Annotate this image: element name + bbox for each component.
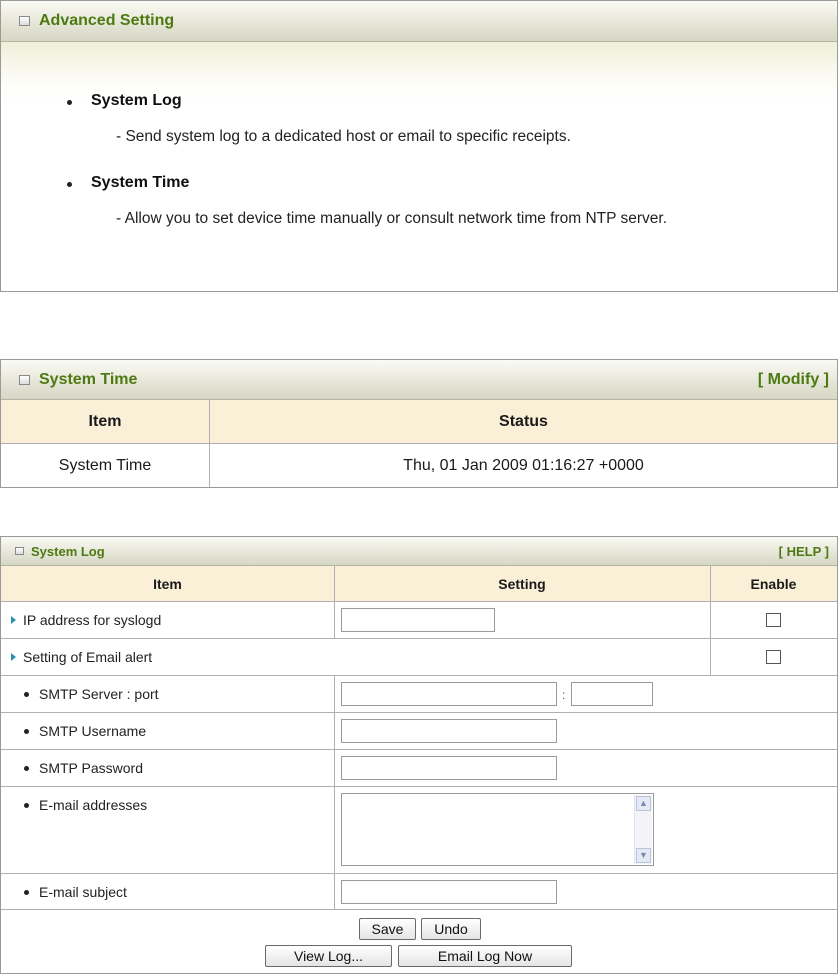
status-column-header: Status bbox=[210, 400, 837, 444]
system-log-description: - Send system log to a dedicated host or… bbox=[116, 128, 571, 145]
email-addresses-label: E-mail addresses bbox=[39, 797, 148, 813]
system-log-heading: System Log bbox=[91, 92, 182, 109]
system-time-item-cell: System Time bbox=[1, 444, 210, 487]
advanced-setting-body: System Log - Send system log to a dedica… bbox=[1, 42, 837, 291]
table-row: SMTP Server : port : bbox=[1, 676, 837, 713]
table-row: SMTP Password bbox=[1, 750, 837, 787]
setting-column-header: Setting bbox=[334, 566, 710, 601]
square-icon bbox=[19, 16, 30, 26]
ip-syslogd-enable-checkbox[interactable] bbox=[766, 613, 781, 627]
smtp-username-input[interactable] bbox=[341, 719, 557, 743]
square-icon bbox=[15, 547, 24, 555]
table-row: Setting of Email alert bbox=[1, 639, 837, 676]
system-time-header: System Time [ Modify ] bbox=[1, 360, 837, 400]
advanced-setting-panel: Advanced Setting System Log - Send syste… bbox=[0, 0, 838, 292]
item-column-header: Item bbox=[1, 566, 334, 601]
advanced-setting-header: Advanced Setting bbox=[1, 1, 837, 42]
textarea-scrollbar[interactable]: ▲ ▼ bbox=[634, 795, 652, 864]
arrow-right-icon bbox=[11, 616, 16, 624]
save-button[interactable]: Save bbox=[359, 918, 416, 940]
column-divider bbox=[334, 676, 335, 910]
bullet-icon bbox=[67, 100, 72, 105]
square-icon bbox=[19, 375, 30, 385]
scroll-up-icon[interactable]: ▲ bbox=[636, 796, 651, 811]
system-log-header: System Log [ HELP ] bbox=[1, 537, 837, 566]
bullet-icon bbox=[24, 766, 29, 771]
bullet-icon bbox=[24, 729, 29, 734]
undo-button[interactable]: Undo bbox=[421, 918, 481, 940]
system-time-description: - Allow you to set device time manually … bbox=[116, 210, 668, 227]
system-log-panel: System Log [ HELP ] Item Setting Enable … bbox=[0, 536, 838, 974]
system-time-panel: System Time [ Modify ] Item Status Syste… bbox=[0, 359, 838, 488]
view-log-button[interactable]: View Log... bbox=[265, 945, 392, 967]
column-divider bbox=[334, 566, 335, 639]
system-log-title: System Log bbox=[31, 544, 105, 559]
email-addresses-textarea[interactable]: ▲ ▼ bbox=[341, 793, 654, 866]
system-time-title: System Time bbox=[39, 371, 138, 388]
smtp-username-label: SMTP Username bbox=[39, 723, 147, 739]
bullet-icon bbox=[67, 182, 72, 187]
modify-link[interactable]: [ Modify ] bbox=[758, 371, 829, 389]
table-row: E-mail addresses ▲ ▼ bbox=[1, 787, 837, 874]
scroll-down-icon[interactable]: ▼ bbox=[636, 848, 651, 863]
port-separator: : bbox=[562, 688, 566, 702]
table-row: SMTP Username bbox=[1, 713, 837, 750]
column-divider bbox=[710, 566, 711, 676]
ip-syslogd-label: IP address for syslogd bbox=[23, 612, 162, 628]
bullet-icon bbox=[24, 803, 29, 808]
table-row: IP address for syslogd bbox=[1, 602, 837, 639]
table-header-row: Item Setting Enable bbox=[1, 566, 837, 602]
item-column-header: Item bbox=[1, 400, 210, 444]
smtp-server-input[interactable] bbox=[341, 682, 557, 706]
smtp-password-label: SMTP Password bbox=[39, 760, 143, 776]
advanced-setting-title: Advanced Setting bbox=[39, 12, 175, 29]
smtp-password-input[interactable] bbox=[341, 756, 557, 780]
arrow-right-icon bbox=[11, 653, 16, 661]
help-link[interactable]: [ HELP ] bbox=[779, 544, 829, 559]
system-time-heading: System Time bbox=[91, 174, 190, 191]
email-log-now-button[interactable]: Email Log Now bbox=[398, 945, 572, 967]
email-subject-label: E-mail subject bbox=[39, 884, 127, 900]
ip-syslogd-input[interactable] bbox=[341, 608, 495, 632]
email-alert-enable-checkbox[interactable] bbox=[766, 650, 781, 664]
email-alert-label: Setting of Email alert bbox=[23, 649, 153, 665]
enable-column-header: Enable bbox=[710, 566, 837, 601]
bullet-icon bbox=[24, 890, 29, 895]
table-row: E-mail subject bbox=[1, 874, 837, 910]
email-subject-input[interactable] bbox=[341, 880, 557, 904]
bullet-icon bbox=[24, 692, 29, 697]
smtp-port-input[interactable] bbox=[571, 682, 653, 706]
system-time-status-cell: Thu, 01 Jan 2009 01:16:27 +0000 bbox=[403, 456, 644, 474]
smtp-server-label: SMTP Server : port bbox=[39, 686, 159, 702]
